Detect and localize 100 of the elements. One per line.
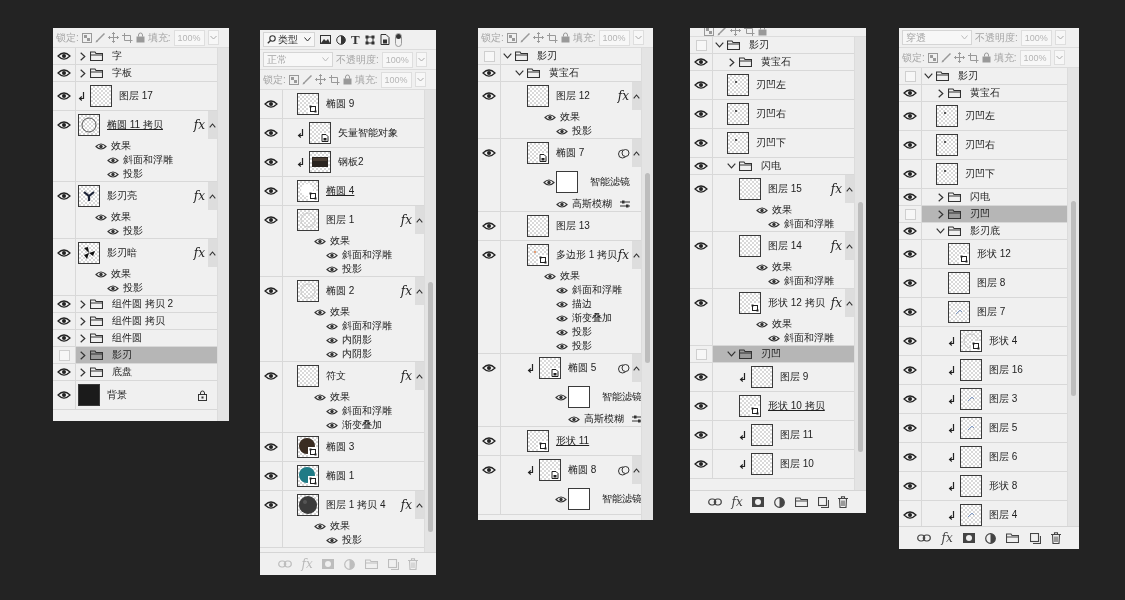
visibility-icon[interactable] [57, 316, 71, 326]
adjustment-icon[interactable] [774, 496, 786, 508]
layer-row[interactable]: 影刃亮 fx [76, 182, 217, 210]
visibility-icon[interactable] [903, 336, 917, 346]
visibility-icon[interactable] [326, 321, 338, 331]
mask-icon[interactable] [752, 497, 765, 507]
disclosure-icon[interactable] [79, 367, 86, 377]
layer-row[interactable]: 影刃暗 fx [76, 239, 217, 267]
visibility-icon[interactable] [556, 126, 568, 136]
collapse-button[interactable] [208, 182, 217, 210]
visibility-icon[interactable] [694, 184, 708, 194]
collapse-button[interactable] [415, 362, 424, 390]
disclosure-icon[interactable] [79, 333, 86, 343]
image-filter-icon[interactable] [320, 35, 331, 44]
visibility-icon[interactable] [57, 333, 71, 343]
visibility-icon[interactable] [556, 313, 568, 323]
visibility-icon[interactable] [264, 471, 278, 481]
visibility-icon[interactable] [326, 406, 338, 416]
add-style-button[interactable]: fx [941, 531, 953, 545]
visibility-icon[interactable] [57, 120, 71, 130]
visibility-icon[interactable] [568, 414, 580, 424]
visibility-icon[interactable] [903, 140, 917, 150]
visibility-icon[interactable] [903, 307, 917, 317]
effects-indicator[interactable]: fx [617, 248, 629, 262]
visibility-icon[interactable] [903, 452, 917, 462]
effects-indicator[interactable]: fx [193, 189, 205, 203]
visibility-icon[interactable] [903, 249, 917, 259]
smart-object-filter-icon[interactable] [379, 34, 390, 45]
visibility-icon[interactable] [314, 307, 326, 317]
effects-indicator[interactable]: fx [400, 213, 412, 227]
visibility-icon[interactable] [694, 57, 708, 67]
visibility-icon[interactable] [57, 51, 71, 61]
disclosure-icon[interactable] [515, 70, 524, 76]
visibility-icon[interactable] [694, 430, 708, 440]
disclosure-icon[interactable] [937, 88, 944, 98]
smart-filter-icon[interactable] [618, 362, 630, 374]
layer-row[interactable]: 刃凹 [922, 206, 1067, 222]
link-icon[interactable] [917, 534, 932, 542]
visibility-icon[interactable] [264, 128, 278, 138]
effects-indicator[interactable]: fx [400, 498, 412, 512]
visibility-icon[interactable] [482, 148, 496, 158]
smart-filter-icon[interactable] [618, 147, 630, 159]
visibility-icon[interactable] [556, 327, 568, 337]
visibility-icon[interactable] [768, 219, 780, 229]
effects-indicator[interactable]: fx [830, 296, 842, 310]
disclosure-icon[interactable] [937, 209, 944, 219]
scroll-bar[interactable] [854, 37, 866, 490]
collapse-button[interactable] [415, 491, 424, 519]
visibility-icon[interactable] [482, 436, 496, 446]
visibility-icon[interactable] [756, 262, 768, 272]
visibility-icon[interactable] [556, 199, 568, 209]
visibility-icon[interactable] [903, 481, 917, 491]
visibility-icon[interactable] [694, 372, 708, 382]
visibility-icon[interactable] [482, 250, 496, 260]
visibility-icon[interactable] [57, 91, 71, 101]
collapse-button[interactable] [415, 277, 424, 305]
filter-kind-dropdown[interactable]: 类型 [263, 32, 315, 47]
visibility-icon[interactable] [903, 394, 917, 404]
disclosure-icon[interactable] [715, 42, 724, 48]
visibility-icon[interactable] [768, 276, 780, 286]
visibility-icon[interactable] [314, 521, 326, 531]
disclosure-icon[interactable] [936, 228, 945, 234]
visibility-icon[interactable] [694, 109, 708, 119]
filter-settings-icon[interactable] [620, 200, 630, 208]
visibility-icon[interactable] [57, 191, 71, 201]
disclosure-icon[interactable] [79, 316, 86, 326]
visibility-icon[interactable] [95, 269, 107, 279]
visibility-icon[interactable] [903, 365, 917, 375]
visibility-icon[interactable] [903, 169, 917, 179]
visibility-icon[interactable] [694, 459, 708, 469]
disclosure-icon[interactable] [937, 192, 944, 202]
visibility-icon[interactable] [756, 319, 768, 329]
effects-indicator[interactable]: fx [830, 182, 842, 196]
effects-indicator[interactable]: fx [400, 284, 412, 298]
visibility-icon[interactable] [95, 141, 107, 151]
filter-settings-icon[interactable] [632, 415, 641, 423]
visibility-icon[interactable] [326, 420, 338, 430]
collapse-button[interactable] [208, 111, 217, 139]
collapse-button[interactable] [415, 206, 424, 234]
visibility-icon[interactable] [107, 283, 119, 293]
visibility-icon[interactable] [482, 221, 496, 231]
visibility-icon[interactable] [482, 91, 496, 101]
collapse-button[interactable] [632, 241, 641, 269]
visibility-icon[interactable] [107, 155, 119, 165]
disclosure-icon[interactable] [79, 51, 86, 61]
visibility-icon[interactable] [903, 423, 917, 433]
visibility-icon[interactable] [768, 333, 780, 343]
disclosure-icon[interactable] [924, 73, 933, 79]
scroll-bar[interactable] [1067, 68, 1079, 526]
visibility-icon[interactable] [694, 401, 708, 411]
visibility-icon[interactable] [264, 157, 278, 167]
visibility-icon[interactable] [756, 205, 768, 215]
type-filter-button[interactable]: T [351, 31, 360, 48]
add-style-button[interactable]: fx [731, 495, 743, 509]
collapse-button[interactable] [632, 82, 641, 110]
visibility-icon[interactable] [543, 177, 555, 187]
smart-filter-icon[interactable] [618, 464, 630, 476]
visibility-icon[interactable] [326, 264, 338, 274]
visibility-icon[interactable] [314, 392, 326, 402]
effects-indicator[interactable]: fx [830, 239, 842, 253]
